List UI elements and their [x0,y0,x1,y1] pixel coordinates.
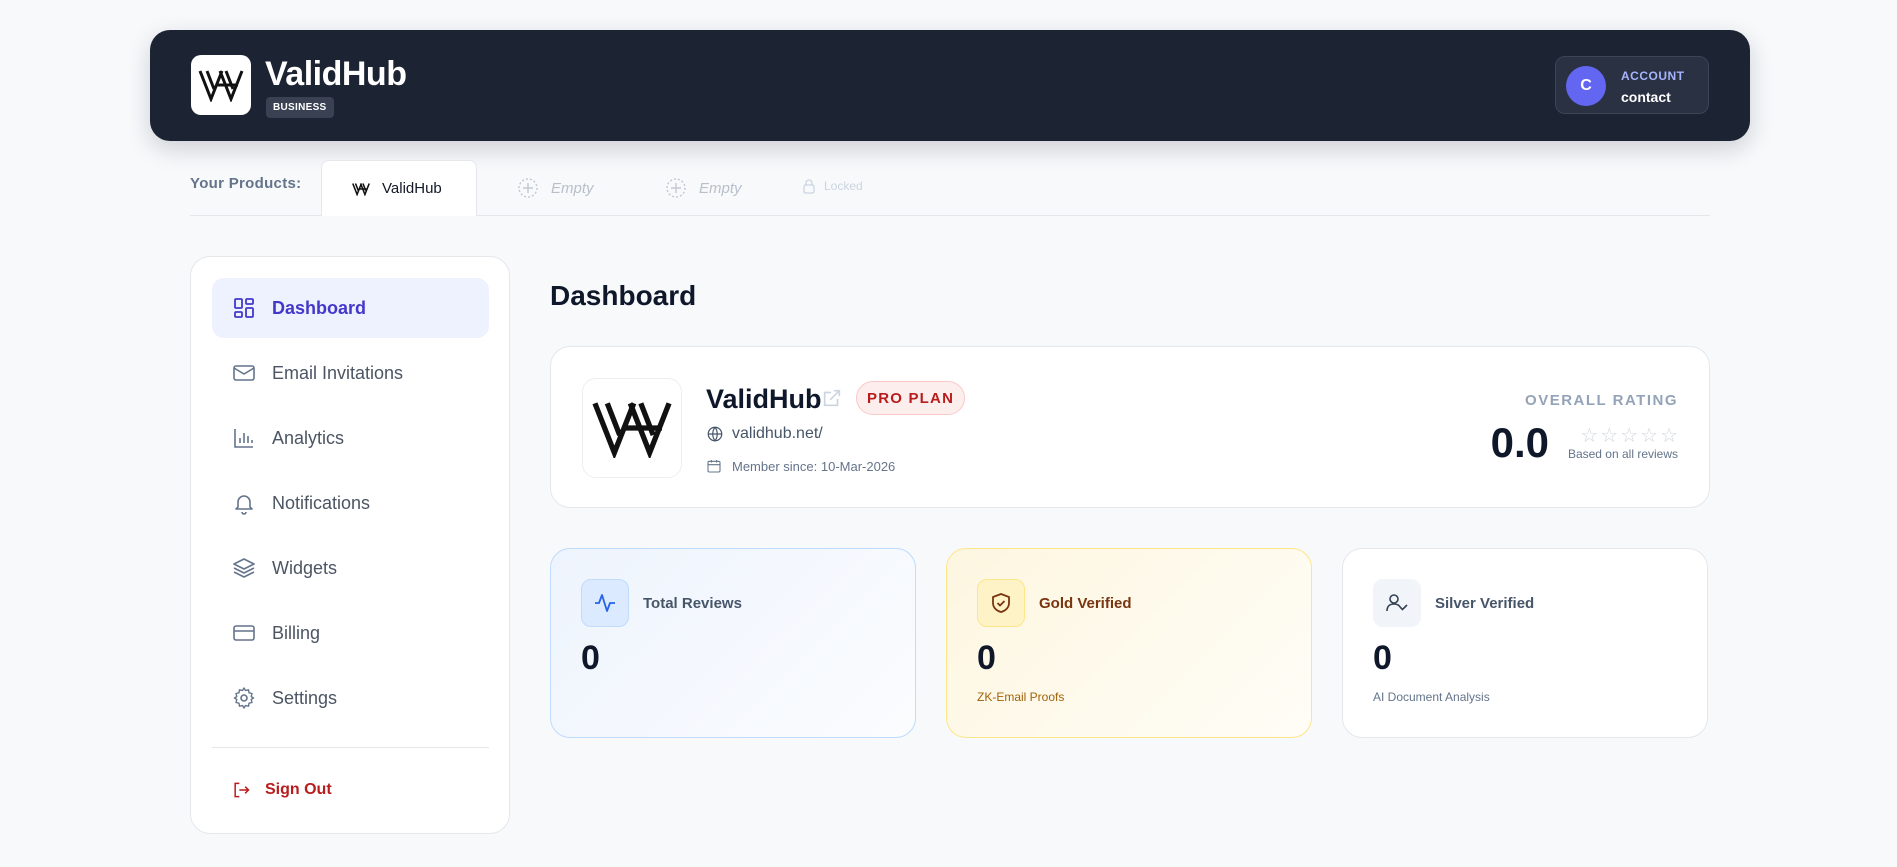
stat-subtitle: AI Document Analysis [1373,690,1490,704]
sign-out-label: Sign Out [265,781,332,798]
mail-icon [233,365,255,381]
user-check-icon [1373,579,1421,627]
sidebar-item-label: Settings [272,687,338,708]
sidebar-item-analytics[interactable]: Analytics [212,408,489,468]
validhub-logo-icon [198,70,244,102]
plus-circle-icon [666,178,686,198]
sidebar: Dashboard Email Invitations Analytics No… [190,256,510,834]
member-since-text: Member since: 10-Mar-2026 [732,458,896,474]
products-bar: Your Products: ValidHub Empty Empty Lock… [190,160,1710,216]
product-slot-empty-1[interactable]: Empty [517,177,594,199]
calendar-icon [707,460,721,473]
page-title: Dashboard [550,280,697,311]
stat-label: Total Reviews [643,595,742,612]
stat-label: Silver Verified [1435,595,1535,612]
stat-label: Gold Verified [1039,595,1132,612]
sidebar-item-dashboard[interactable]: Dashboard [212,278,489,338]
stat-card-gold-verified: Gold Verified 0 ZK-Email Proofs [946,548,1312,738]
sidebar-item-label: Billing [272,622,321,643]
profile-url[interactable]: validhub.net/ [706,425,823,443]
sidebar-divider [212,747,489,748]
stat-subtitle: ZK-Email Proofs [977,690,1065,704]
star-icon: ☆ [1660,425,1678,447]
brand-logo[interactable] [191,55,251,115]
profile-card: ValidHub PRO PLAN validhub.net/ Member s… [550,346,1710,508]
product-slot-empty-2[interactable]: Empty [665,177,742,199]
rating-subtitle: Based on all reviews [1567,447,1678,461]
account-name: contact [1621,89,1671,105]
rating-stars: ☆ ☆ ☆ ☆ ☆ [1580,423,1678,448]
sign-out-button[interactable]: Sign Out [231,780,332,800]
credit-card-icon [233,625,255,641]
rating-label: OVERALL RATING [1525,392,1678,409]
product-slot-label: Empty [699,179,742,197]
profile-url-text: validhub.net/ [732,425,823,442]
top-header: ValidHub BUSINESS C ACCOUNT contact [150,30,1750,141]
account-menu[interactable]: C ACCOUNT contact [1555,56,1709,114]
sidebar-item-email-invitations[interactable]: Email Invitations [212,343,489,403]
globe-icon [707,426,723,442]
star-icon: ☆ [1600,425,1619,447]
locked-label: Locked [824,179,863,193]
stat-card-silver-verified: Silver Verified 0 AI Document Analysis [1342,548,1708,738]
star-icon: ☆ [1620,425,1639,447]
sidebar-item-notifications[interactable]: Notifications [212,473,489,533]
sidebar-item-label: Analytics [272,427,345,448]
validhub-logo-icon [592,402,672,458]
bell-icon [235,495,253,515]
gear-icon [233,687,255,709]
profile-name: ValidHub [706,384,822,414]
stat-card-total-reviews: Total Reviews 0 [550,548,916,738]
product-tab-validhub[interactable]: ValidHub [321,160,477,216]
dashboard-icon [234,298,254,318]
products-label: Your Products: [190,175,302,192]
member-since: Member since: 10-Mar-2026 [706,458,895,474]
stat-value: 0 [581,639,600,677]
stat-value: 0 [977,639,996,677]
sidebar-item-label: Dashboard [272,297,367,318]
validhub-logo-icon [352,182,370,196]
rating-value: 0.0 [1490,419,1549,466]
product-slot-locked: Locked [802,178,863,194]
sidebar-item-label: Email Invitations [272,362,404,383]
bar-chart-icon [234,429,253,448]
stat-value: 0 [1373,639,1392,677]
plan-badge: PRO PLAN [856,381,966,415]
plus-circle-icon [518,178,538,198]
logout-icon [234,782,250,798]
brand-name: ValidHub [265,55,407,93]
activity-icon [581,579,629,627]
sidebar-item-settings[interactable]: Settings [212,668,489,728]
product-slot-label: Empty [551,179,594,197]
star-icon: ☆ [1580,425,1599,447]
layers-icon [233,558,255,578]
sidebar-item-widgets[interactable]: Widgets [212,538,489,598]
avatar: C [1566,66,1606,106]
product-tab-label: ValidHub [382,180,442,197]
account-label: ACCOUNT [1621,69,1685,83]
sidebar-item-label: Widgets [272,557,338,578]
sidebar-item-billing[interactable]: Billing [212,603,489,663]
star-icon: ☆ [1640,425,1659,447]
shield-check-icon [977,579,1025,627]
sidebar-item-label: Notifications [272,492,371,513]
business-badge: BUSINESS [266,97,334,118]
lock-icon [803,179,815,194]
external-link-icon[interactable] [821,387,843,409]
profile-logo [582,378,682,478]
